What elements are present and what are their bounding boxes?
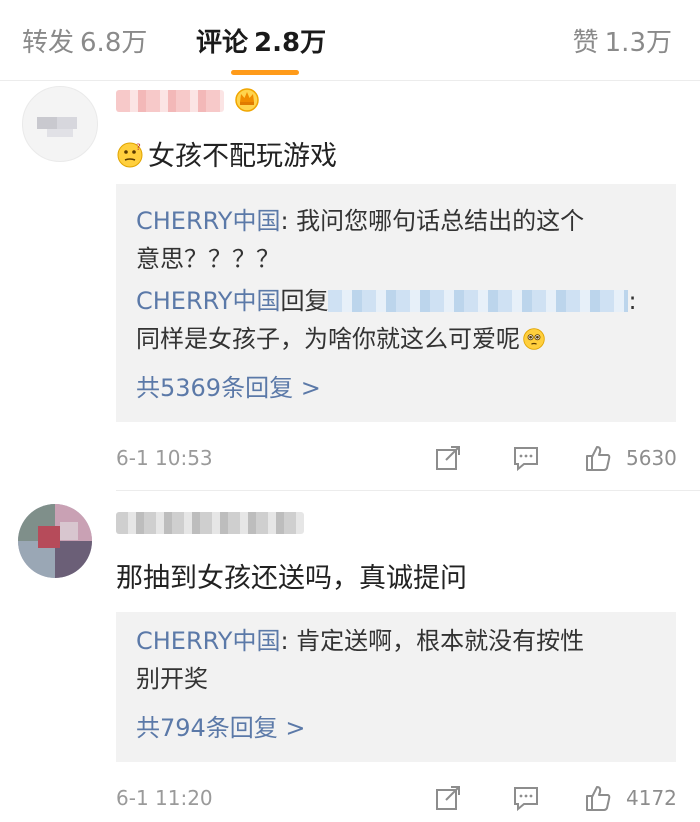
- reply-author[interactable]: CHERRY中国: [136, 287, 280, 315]
- tab-likes-count: 1.3万: [604, 28, 672, 58]
- crown-badge-icon: [235, 88, 259, 112]
- reply-line-continued: 意思？？？？: [136, 245, 280, 273]
- reply-line: CHERRY中国: 肯定送啊，根本就没有按性: [136, 622, 656, 660]
- thinking-face-icon: ?: [117, 142, 143, 168]
- reply-colon: :: [628, 287, 637, 315]
- reply-text: : 肯定送啊，根本就没有按性: [280, 627, 585, 655]
- comment-meta: 6-1 10:53 5630: [116, 444, 677, 474]
- reply-icon[interactable]: [512, 784, 540, 812]
- reply-author[interactable]: CHERRY中国: [136, 627, 280, 655]
- active-tab-indicator: [231, 70, 299, 75]
- svg-text:?: ?: [136, 143, 141, 153]
- like-count: 4172: [626, 786, 677, 810]
- reply-target-blurred[interactable]: [328, 290, 629, 312]
- tab-likes[interactable]: 赞 1.3万: [573, 22, 672, 59]
- view-all-replies-link[interactable]: 共794条回复 >: [136, 708, 306, 743]
- divider: [116, 490, 700, 491]
- thumbs-up-icon[interactable]: [584, 444, 612, 472]
- thumbs-up-icon[interactable]: [584, 784, 612, 812]
- tab-comments[interactable]: 评论 2.8万: [196, 22, 326, 59]
- reply-text: 同样是女孩子，为啥你就这么可爱呢: [136, 325, 520, 353]
- tab-likes-label: 赞: [572, 28, 599, 58]
- share-icon[interactable]: [434, 444, 462, 472]
- reply-line: CHERRY中国: 我问您哪句话总结出的这个: [136, 202, 656, 240]
- tab-reposts-count: 6.8万: [80, 28, 148, 58]
- share-icon[interactable]: [434, 784, 462, 812]
- reply-text: : 我问您哪句话总结出的这个: [280, 207, 585, 235]
- comment-tabs: 转发 6.8万 评论 2.8万 赞 1.3万: [0, 0, 700, 81]
- reply-line: CHERRY中国回复:: [136, 282, 656, 320]
- username-blurred[interactable]: [116, 90, 224, 112]
- tab-reposts[interactable]: 转发 6.8万: [22, 22, 147, 59]
- tab-reposts-label: 转发: [22, 28, 75, 58]
- tab-comments-count: 2.8万: [254, 28, 327, 58]
- comment-text: ? 女孩不配玩游戏: [116, 134, 337, 173]
- comment-text-content: 女孩不配玩游戏: [148, 141, 337, 172]
- reply-preview-box[interactable]: CHERRY中国: 我问您哪句话总结出的这个 意思？？？？ CHERRY中国回复…: [116, 184, 676, 422]
- reply-author[interactable]: CHERRY中国: [136, 207, 280, 235]
- username-blurred[interactable]: [116, 512, 304, 534]
- avatar[interactable]: [18, 504, 92, 578]
- reply-verb: 回复: [280, 287, 329, 315]
- comment-meta: 6-1 11:20 4172: [116, 784, 677, 814]
- reply-icon[interactable]: [512, 444, 540, 472]
- comment-time: 6-1 11:20: [116, 786, 213, 810]
- view-all-replies-link[interactable]: 共5369条回复 >: [136, 368, 321, 403]
- reply-line-continued: 同样是女孩子，为啥你就这么可爱呢: [136, 320, 656, 358]
- reply-line-continued: 别开奖: [136, 665, 208, 693]
- like-count: 5630: [626, 446, 677, 470]
- avatar[interactable]: [22, 86, 98, 162]
- reply-preview-box[interactable]: CHERRY中国: 肯定送啊，根本就没有按性 别开奖 共794条回复 >: [116, 612, 676, 762]
- comment-time: 6-1 10:53: [116, 446, 213, 470]
- tab-comments-label: 评论: [196, 28, 249, 58]
- comment-text: 那抽到女孩还送吗，真诚提问: [116, 563, 467, 594]
- pleading-face-icon: [523, 328, 545, 350]
